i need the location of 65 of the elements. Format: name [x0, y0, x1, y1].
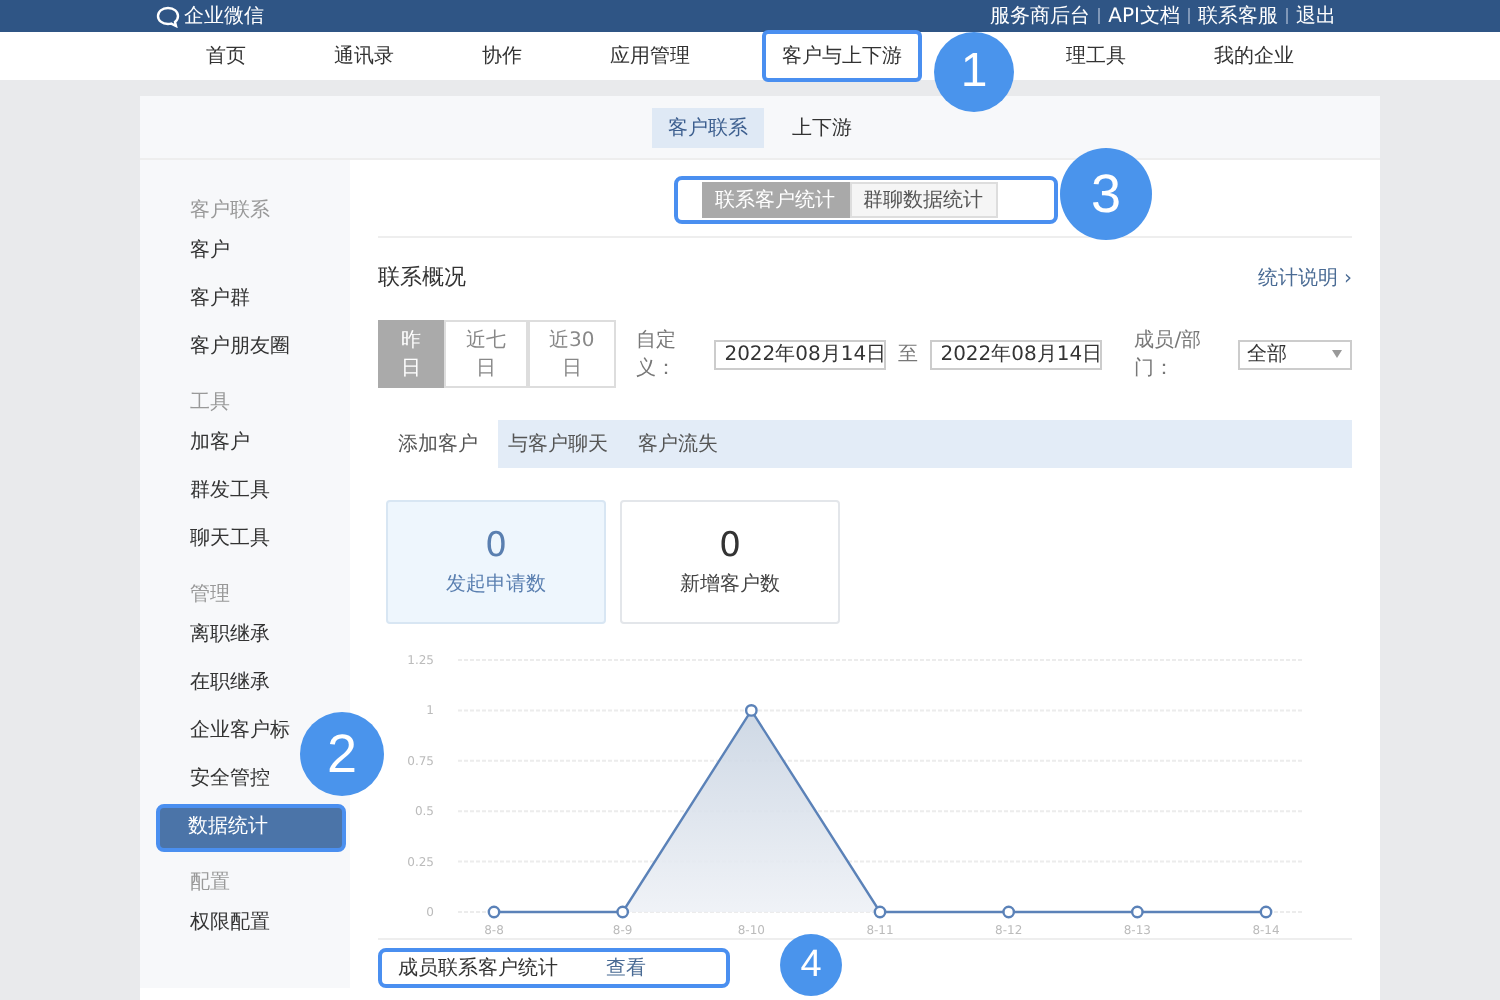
metric-tab[interactable]: 与客户聊天	[498, 420, 618, 468]
dropdown-value: 2022年08月14日	[724, 342, 887, 368]
sidebar-item[interactable]: 数据统计	[156, 804, 346, 852]
dropdown[interactable]: 2022年08月14日	[714, 339, 887, 369]
field-label: 至	[898, 342, 919, 368]
sidebar-item[interactable]: 客户群	[140, 276, 250, 324]
sidebar-item[interactable]: 在职继承	[140, 660, 270, 708]
caret-icon	[1331, 350, 1342, 358]
metric-card[interactable]: 0 发起申请数	[386, 500, 606, 624]
sidebar-heading: 工具	[188, 390, 232, 418]
field-label: 成员/部门：	[1134, 327, 1204, 382]
sidebar-heading: 管理	[188, 582, 232, 610]
section-tab[interactable]: 上下游	[776, 107, 868, 147]
help-link[interactable]: 统计说明 ›	[1257, 263, 1352, 291]
sidebar-item[interactable]: 客户	[140, 228, 230, 276]
sidebar-item[interactable]: 聊天工具	[140, 516, 270, 564]
field-label: 自定义：	[635, 327, 678, 382]
metric-card[interactable]: 0 新增客户数	[620, 500, 840, 624]
nav-link[interactable]: 协作	[466, 34, 538, 78]
dropdown[interactable]: 全部	[1237, 339, 1352, 369]
sidebar-heading: 客户联系	[188, 197, 272, 226]
dropdown-value: 2022年08月14日	[940, 342, 1103, 368]
range-button[interactable]: 近七日	[444, 320, 528, 388]
section-tab[interactable]: 客户联系	[652, 107, 764, 147]
data-point	[744, 704, 758, 717]
row-title: 成员联系客户统计	[398, 955, 558, 982]
nav-link[interactable]: 通讯录	[318, 34, 410, 78]
nav-link[interactable]: 客户与上下游	[762, 30, 922, 82]
sidebar-heading: 配置	[188, 869, 232, 898]
metric-tab[interactable]: 客户流失	[618, 420, 738, 468]
header-link[interactable]: 联系客服	[1190, 2, 1286, 30]
step-badge: 1	[934, 32, 1014, 112]
header-link[interactable]: 退出	[1288, 2, 1344, 30]
metric-value: 0	[719, 526, 741, 566]
data-point	[1130, 905, 1144, 919]
data-point	[1259, 905, 1273, 919]
data-point	[873, 905, 887, 919]
sidebar-item[interactable]: 安全管控	[140, 756, 270, 804]
metric-tab[interactable]: 添加客户	[378, 420, 498, 468]
header-link[interactable]: API文档	[1100, 2, 1188, 30]
data-point	[616, 905, 630, 919]
section-title: 联系概况	[378, 262, 466, 292]
sidebar-item[interactable]: 群发工具	[140, 468, 270, 516]
nav-link[interactable]: 理工具	[1050, 34, 1142, 78]
dropdown[interactable]: 2022年08月14日	[930, 339, 1103, 369]
nav-link[interactable]: 我的企业	[1198, 34, 1310, 78]
view-link[interactable]: 查看	[606, 954, 646, 982]
header-link[interactable]: 服务商后台	[982, 2, 1099, 30]
sidebar-item[interactable]: 客户朋友圈	[140, 324, 290, 372]
range-button[interactable]: 近30日	[527, 320, 616, 388]
nav-link[interactable]: 应用管理	[594, 34, 706, 78]
sidebar-item[interactable]: 加客户	[140, 420, 250, 468]
sidebar-item[interactable]: 企业客户标	[140, 708, 290, 756]
data-point	[487, 905, 501, 919]
metric-label: 新增客户数	[680, 571, 780, 598]
dropdown-value: 全部	[1247, 341, 1288, 368]
sidebar-item[interactable]: 权限配置	[140, 900, 270, 948]
stats-tab[interactable]: 群聊数据统计	[849, 182, 997, 218]
data-point	[1002, 905, 1016, 919]
metric-label: 发起申请数	[446, 571, 546, 598]
chat-bubble-icon	[156, 5, 180, 27]
metric-value: 0	[485, 526, 507, 566]
sidebar-item[interactable]: 离职继承	[140, 612, 270, 660]
nav-link[interactable]: 首页	[190, 34, 262, 78]
brand-name[interactable]: 企业微信	[184, 2, 264, 30]
